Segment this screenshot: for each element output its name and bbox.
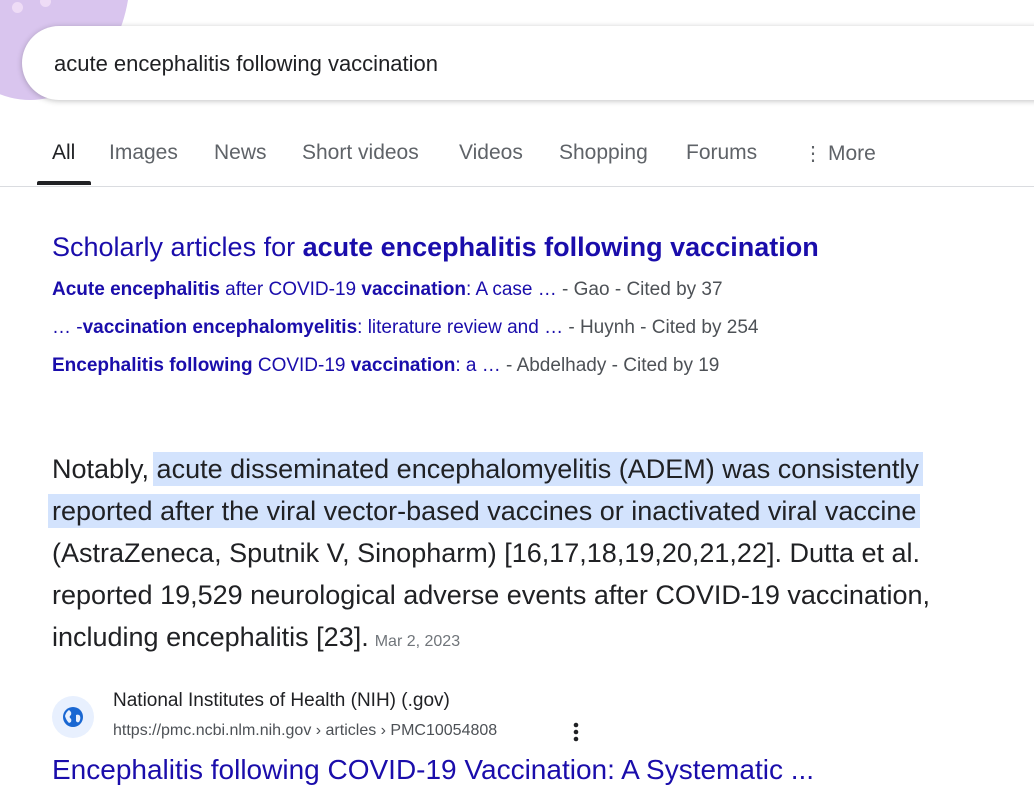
snippet-suffix: (AstraZeneca, Sputnik V, Sinopharm) [16,… (52, 538, 931, 652)
scholar-article-link[interactable]: Encephalitis following COVID-19 vaccinat… (52, 355, 501, 376)
tab-more-label: More (828, 142, 876, 165)
scholar-heading-prefix: Scholarly articles for (52, 232, 303, 262)
scholar-article-link[interactable]: … -vaccination encephalomyelitis: litera… (52, 317, 563, 338)
snippet-highlight: acute disseminated encephalomyelitis (AD… (48, 452, 923, 528)
scholar-article-row: Encephalitis following COVID-19 vaccinat… (52, 355, 719, 377)
globe-icon (63, 707, 83, 727)
scholarly-articles-heading[interactable]: Scholarly articles for acute encephaliti… (52, 232, 819, 263)
tab-short-videos[interactable]: Short videos (302, 141, 419, 165)
source-favicon[interactable] (52, 696, 94, 738)
search-box[interactable] (22, 26, 1034, 100)
search-input[interactable] (54, 50, 954, 78)
scholar-heading-query: acute encephalitis following vaccination (302, 232, 819, 262)
scholar-article-meta: - Abdelhady - Cited by 19 (500, 355, 720, 376)
scholar-article-meta: - Gao - Cited by 37 (556, 279, 723, 300)
source-url[interactable]: https://pmc.ncbi.nlm.nih.gov › articles … (113, 722, 497, 740)
scholar-article-row: … -vaccination encephalomyelitis: litera… (52, 317, 758, 339)
tab-images[interactable]: Images (109, 141, 178, 165)
tab-more[interactable]: ⋮ More (803, 141, 876, 166)
more-options-icon[interactable] (566, 719, 586, 745)
tab-forums[interactable]: Forums (686, 141, 757, 165)
search-results-page: All Images News Short videos Videos Shop… (0, 0, 1034, 808)
result-title-link[interactable]: Encephalitis following COVID-19 Vaccinat… (52, 754, 814, 786)
source-site-name[interactable]: National Institutes of Health (NIH) (.go… (113, 690, 450, 712)
tab-news[interactable]: News (214, 141, 267, 165)
scholar-article-meta: - Huynh - Cited by 254 (563, 317, 759, 338)
tab-videos[interactable]: Videos (459, 141, 523, 165)
tab-shopping[interactable]: Shopping (559, 141, 648, 165)
decorative-dot (12, 2, 23, 13)
active-tab-indicator (37, 181, 91, 185)
more-vert-icon: ⋮ (803, 143, 823, 165)
snippet-date: Mar 2, 2023 (374, 633, 461, 650)
snippet-prefix: Notably, (52, 454, 157, 484)
search-tabs: All Images News Short videos Videos Shop… (0, 128, 1034, 187)
scholar-article-link[interactable]: Acute encephalitis after COVID-19 vaccin… (52, 279, 557, 300)
kebab-menu-icon (573, 722, 579, 742)
tab-all[interactable]: All (52, 141, 75, 165)
featured-snippet: Notably, acute disseminated encephalomye… (48, 448, 1012, 663)
scholar-article-row: Acute encephalitis after COVID-19 vaccin… (52, 279, 723, 301)
